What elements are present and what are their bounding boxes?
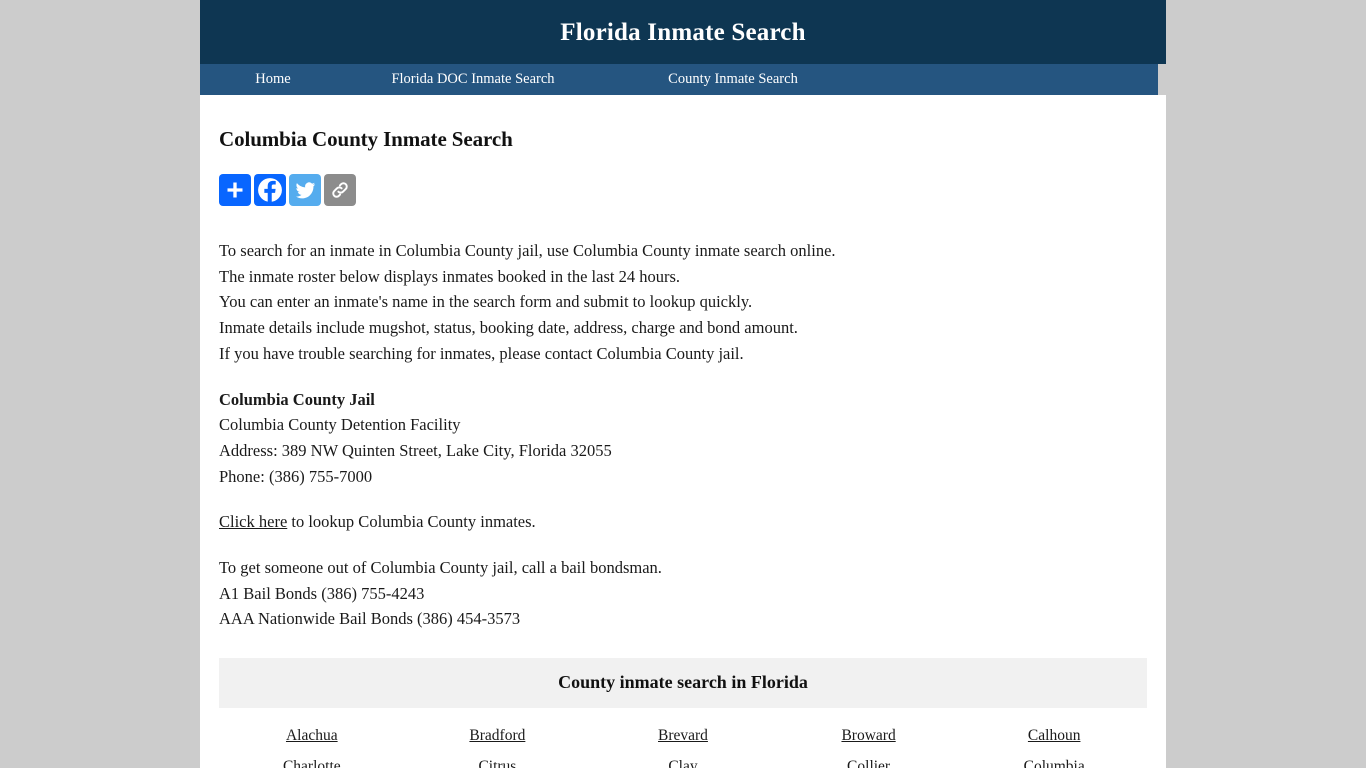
county-link-broward[interactable]: Broward — [841, 727, 895, 744]
county-cell: Collier — [776, 752, 962, 768]
county-link-clay[interactable]: Clay — [668, 758, 697, 768]
copy-link-icon[interactable] — [324, 174, 356, 206]
county-cell: Bradford — [405, 721, 591, 752]
share-buttons — [219, 174, 1147, 206]
intro-line: To search for an inmate in Columbia Coun… — [219, 241, 836, 260]
intro-line: Inmate details include mugshot, status, … — [219, 318, 798, 338]
table-row: Alachua Bradford Brevard Broward Calhoun — [219, 721, 1147, 752]
twitter-icon[interactable] — [289, 174, 321, 206]
county-link-calhoun[interactable]: Calhoun — [1028, 727, 1081, 744]
bail-bonds-section: To get someone out of Columbia County ja… — [219, 555, 1147, 632]
nav-item-county-inmate-search[interactable]: County Inmate Search — [608, 64, 858, 95]
county-cell: Columbia — [961, 752, 1147, 768]
page-title: Columbia County Inmate Search — [219, 127, 513, 151]
table-row: Charlotte Citrus Clay Collier Columbia — [219, 752, 1147, 768]
county-cell: Citrus — [405, 752, 591, 768]
county-link-brevard[interactable]: Brevard — [658, 727, 708, 744]
nav-item-florida-doc-inmate-search[interactable]: Florida DOC Inmate Search — [338, 64, 608, 95]
county-cell: Charlotte — [219, 752, 405, 768]
intro-line: You can enter an inmate's name in the se… — [219, 292, 753, 312]
bail-bondsman: A1 Bail Bonds (386) 755-4243 — [219, 583, 425, 603]
intro-line: The inmate roster below displays inmates… — [219, 266, 680, 286]
jail-details: Columbia County Jail Columbia County Det… — [219, 387, 1147, 490]
addtoany-plus-icon[interactable] — [219, 174, 251, 206]
main-navigation: Home Florida DOC Inmate Search County In… — [200, 64, 1158, 95]
lookup-line: Click here to lookup Columbia County inm… — [219, 509, 1147, 535]
county-search-table: County inmate search in Florida Alachua … — [219, 658, 1147, 768]
jail-facility: Columbia County Detention Facility — [219, 415, 461, 435]
county-cell: Clay — [590, 752, 776, 768]
county-cell: Brevard — [590, 721, 776, 752]
facebook-icon[interactable] — [254, 174, 286, 206]
content-area: Columbia County Inmate Search To search … — [200, 95, 1166, 768]
county-cell: Broward — [776, 721, 962, 752]
county-link-bradford[interactable]: Bradford — [469, 727, 525, 744]
intro-line: If you have trouble searching for inmate… — [219, 343, 744, 363]
site-title: Florida Inmate Search — [560, 18, 806, 46]
jail-heading: Columbia County Jail — [219, 389, 375, 409]
jail-phone: Phone: (386) 755-7000 — [219, 466, 373, 486]
county-table-header-row: County inmate search in Florida — [219, 658, 1147, 709]
intro-paragraph: To search for an inmate in Columbia Coun… — [219, 238, 1147, 367]
county-cell: Calhoun — [961, 721, 1147, 752]
county-table-body: Alachua Bradford Brevard Broward Calhoun… — [219, 708, 1147, 768]
jail-address: Address: 389 NW Quinten Street, Lake Cit… — [219, 440, 612, 460]
county-table-head: County inmate search in Florida — [219, 658, 1147, 709]
bail-intro: To get someone out of Columbia County ja… — [219, 558, 662, 578]
county-link-columbia[interactable]: Columbia — [1024, 758, 1085, 768]
click-here-link[interactable]: Click here — [219, 512, 287, 531]
lookup-rest-text: to lookup Columbia County inmates. — [287, 512, 536, 532]
county-table-header: County inmate search in Florida — [219, 658, 1147, 709]
county-cell: Alachua — [219, 721, 405, 752]
site-header: Florida Inmate Search — [200, 0, 1166, 64]
lookup-paragraph: Click here to lookup Columbia County inm… — [219, 509, 1147, 535]
nav-item-home[interactable]: Home — [208, 64, 338, 95]
county-link-alachua[interactable]: Alachua — [286, 727, 338, 744]
county-link-charlotte[interactable]: Charlotte — [283, 758, 341, 768]
page-wrapper: Florida Inmate Search Home Florida DOC I… — [200, 0, 1166, 768]
county-table-spacer-row — [219, 708, 1147, 721]
county-link-citrus[interactable]: Citrus — [478, 758, 516, 768]
county-link-collier[interactable]: Collier — [847, 758, 890, 768]
bail-bondsman: AAA Nationwide Bail Bonds (386) 454-3573 — [219, 609, 521, 629]
